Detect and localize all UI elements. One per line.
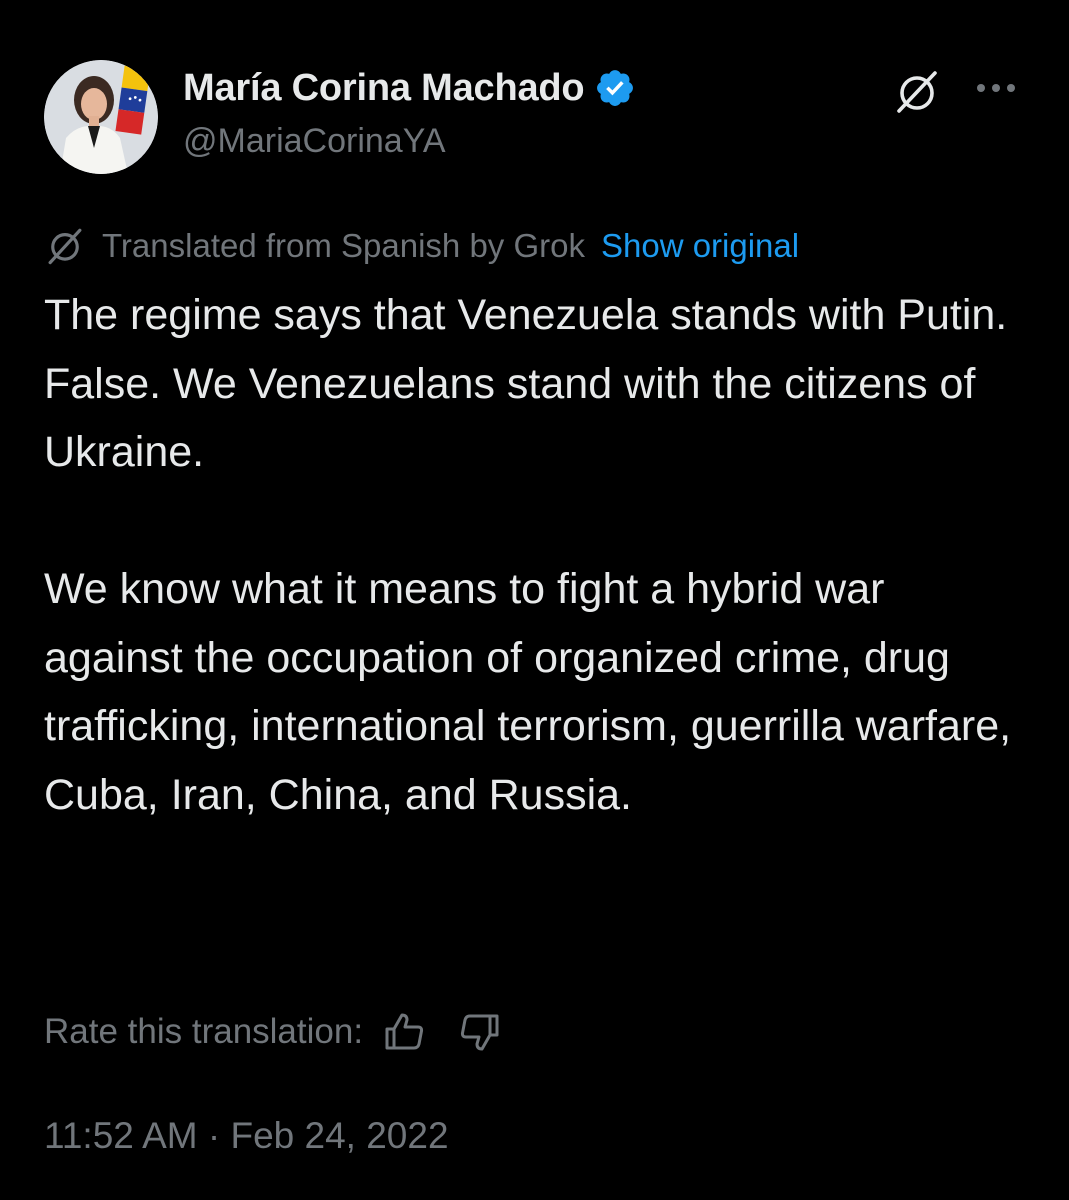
avatar-image: [44, 60, 158, 174]
tweet-paragraph: False. We Venezuelans stand with the cit…: [44, 359, 976, 477]
tweet-timestamp[interactable]: 11:52 AM · Feb 24, 2022: [44, 1115, 449, 1157]
avatar[interactable]: [44, 60, 158, 174]
rate-translation-row: Rate this translation:: [44, 1008, 501, 1056]
tweet: María Corina Machado @MariaCorinaYA Tran…: [0, 0, 1069, 1200]
grok-slash-icon[interactable]: [893, 68, 941, 116]
tweet-paragraph: We know what it means to fight a hybrid …: [44, 565, 1012, 819]
thumbs-up-icon[interactable]: [383, 1010, 427, 1054]
rate-translation-label: Rate this translation:: [44, 1012, 364, 1051]
author-handle[interactable]: @MariaCorinaYA: [183, 122, 446, 161]
tweet-text: The regime says that Venezuela stands wi…: [44, 281, 1034, 829]
show-original-link[interactable]: Show original: [601, 227, 799, 265]
thumbs-down-icon[interactable]: [457, 1010, 501, 1054]
tweet-paragraph: The regime says that Venezuela stands wi…: [44, 291, 1008, 339]
more-horizontal-icon[interactable]: [972, 70, 1020, 106]
translation-label: Translated from Spanish by Grok: [102, 227, 585, 264]
grok-translate-icon: [44, 225, 86, 267]
author-display-name[interactable]: María Corina Machado: [183, 67, 585, 110]
author-name-row: María Corina Machado: [183, 64, 636, 112]
translation-notice: Translated from Spanish by Grok Show ori…: [44, 224, 799, 268]
verified-badge-icon: [594, 67, 636, 109]
